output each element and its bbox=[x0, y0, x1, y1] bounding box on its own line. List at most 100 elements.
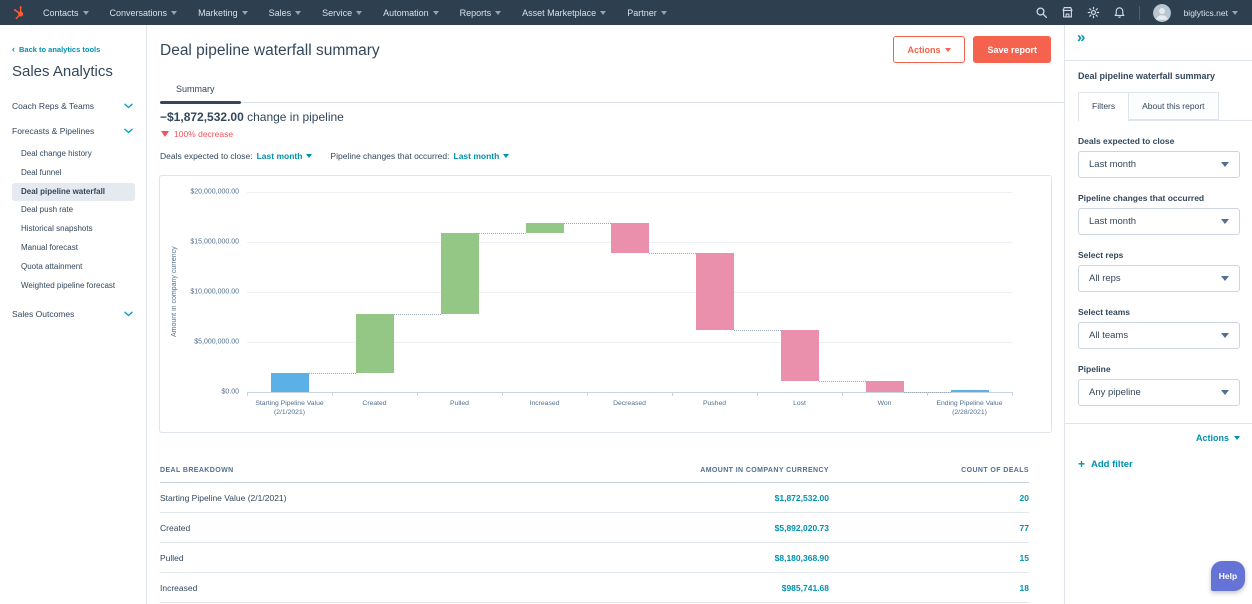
search-icon[interactable] bbox=[1035, 6, 1048, 19]
chevron-down-icon bbox=[124, 311, 133, 317]
tab-summary[interactable]: Summary bbox=[160, 77, 241, 102]
nav-item[interactable]: Automation bbox=[383, 8, 439, 18]
nav-item[interactable]: Sales bbox=[269, 8, 302, 18]
filter-select[interactable]: Any pipeline bbox=[1078, 379, 1240, 406]
filter-select[interactable]: Last month bbox=[1078, 151, 1240, 178]
filter-select[interactable]: All teams bbox=[1078, 322, 1240, 349]
waterfall-connector bbox=[309, 373, 356, 374]
filter-select[interactable]: All reps bbox=[1078, 265, 1240, 292]
waterfall-bar-ending-pipeline-value-2-28-2021[interactable] bbox=[951, 390, 989, 392]
y-axis-tick-label: $5,000,000.00 bbox=[171, 339, 239, 346]
panel-title: Deal pipeline waterfall summary bbox=[1078, 71, 1240, 81]
inline-filter-dropdown[interactable]: Last month bbox=[454, 151, 510, 161]
tab-about-this-report[interactable]: About this report bbox=[1129, 92, 1218, 120]
cell-amount-link[interactable]: $1,872,532.00 bbox=[560, 483, 829, 513]
gridline bbox=[247, 292, 1012, 293]
chevron-down-icon bbox=[295, 11, 301, 15]
chart-plot-area: $0.00$5,000,000.00$10,000,000.00$15,000,… bbox=[247, 192, 1012, 392]
nav-item[interactable]: Reports bbox=[460, 8, 502, 18]
sidebar-item[interactable]: Weighted pipeline forecast bbox=[12, 277, 135, 296]
sidebar-section-sales-outcomes[interactable]: Sales Outcomes bbox=[12, 309, 146, 319]
y-axis-tick-label: $15,000,000.00 bbox=[171, 239, 239, 246]
filter-select[interactable]: Last month bbox=[1078, 208, 1240, 235]
panel-actions-button[interactable]: Actions bbox=[1078, 433, 1240, 443]
help-button[interactable]: Help bbox=[1211, 561, 1245, 591]
back-to-analytics-link[interactable]: ‹ Back to analytics tools bbox=[12, 45, 146, 54]
nav-item[interactable]: Marketing bbox=[198, 8, 248, 18]
sidebar-item[interactable]: Deal push rate bbox=[12, 201, 135, 220]
filter-group: Select reps All reps bbox=[1078, 250, 1240, 292]
tab-filters[interactable]: Filters bbox=[1078, 92, 1129, 122]
x-axis-tick bbox=[332, 392, 333, 396]
cell-amount-link[interactable]: $985,741.68 bbox=[560, 573, 829, 603]
avatar[interactable] bbox=[1153, 4, 1171, 22]
nav-item[interactable]: Partner bbox=[627, 8, 667, 18]
table-row: Pulled $8,180,368.90 15 bbox=[160, 543, 1029, 573]
settings-gear-icon[interactable] bbox=[1087, 6, 1100, 19]
sidebar-item[interactable]: Deal change history bbox=[12, 145, 135, 164]
sidebar-item[interactable]: Historical snapshots bbox=[12, 220, 135, 239]
chevron-down-icon bbox=[306, 154, 312, 158]
account-menu[interactable]: biglytics.net bbox=[1184, 8, 1238, 18]
column-header-count[interactable]: COUNT OF DEALS bbox=[829, 458, 1029, 483]
hubspot-logo-icon[interactable] bbox=[12, 5, 27, 20]
sidebar-item[interactable]: Deal funnel bbox=[12, 164, 135, 183]
report-main: Deal pipeline waterfall summary Actions … bbox=[148, 25, 1064, 604]
nav-item[interactable]: Asset Marketplace bbox=[522, 8, 606, 18]
notifications-bell-icon[interactable] bbox=[1113, 6, 1126, 19]
chevron-down-icon bbox=[495, 11, 501, 15]
x-axis-tick bbox=[757, 392, 758, 396]
waterfall-bar-pulled[interactable] bbox=[441, 233, 479, 315]
nav-item[interactable]: Service bbox=[322, 8, 362, 18]
nav-divider bbox=[1139, 6, 1140, 20]
plus-icon: + bbox=[1078, 458, 1085, 470]
filter-group: Select teams All teams bbox=[1078, 307, 1240, 349]
pipeline-change-metric: −$1,872,532.00 change in pipeline bbox=[160, 110, 344, 124]
sidebar-section-coach-reps-teams[interactable]: Coach Reps & Teams bbox=[12, 101, 146, 111]
waterfall-bar-increased[interactable] bbox=[526, 223, 564, 233]
x-axis-tick bbox=[502, 392, 503, 396]
chevron-down-icon bbox=[1221, 162, 1229, 167]
sidebar-item[interactable]: Quota attainment bbox=[12, 258, 135, 277]
cell-deal-breakdown: Pulled bbox=[160, 543, 560, 573]
x-axis-category-label: Pulled bbox=[417, 399, 502, 408]
waterfall-bar-pushed[interactable] bbox=[696, 253, 734, 330]
chevron-down-icon bbox=[1221, 219, 1229, 224]
add-filter-button[interactable]: + Add filter bbox=[1078, 458, 1240, 470]
save-report-button[interactable]: Save report bbox=[973, 36, 1051, 63]
header-buttons: Actions Save report bbox=[893, 36, 1051, 63]
waterfall-bar-lost[interactable] bbox=[781, 330, 819, 381]
cell-amount-link[interactable]: $5,892,020.73 bbox=[560, 513, 829, 543]
inline-filter-dropdown[interactable]: Last month bbox=[257, 151, 313, 161]
cell-count-link[interactable]: 77 bbox=[829, 513, 1029, 543]
table-row: Starting Pipeline Value (2/1/2021) $1,87… bbox=[160, 483, 1029, 513]
column-header-amount[interactable]: AMOUNT IN COMPANY CURRENCY bbox=[560, 458, 829, 483]
cell-count-link[interactable]: 15 bbox=[829, 543, 1029, 573]
filter-group: Deals expected to close Last month bbox=[1078, 136, 1240, 178]
column-header-deal-breakdown[interactable]: DEAL BREAKDOWN bbox=[160, 458, 560, 483]
cell-amount-link[interactable]: $8,180,368.90 bbox=[560, 543, 829, 573]
table-row: Created $5,892,020.73 77 bbox=[160, 513, 1029, 543]
waterfall-bar-starting-pipeline-value-2-1-2021[interactable] bbox=[271, 373, 309, 392]
top-nav: Contacts Conversations Marketing Sales S… bbox=[0, 0, 1252, 25]
x-axis-category-label: Won bbox=[842, 399, 927, 408]
waterfall-bar-decreased[interactable] bbox=[611, 223, 649, 253]
waterfall-bar-created[interactable] bbox=[356, 314, 394, 373]
marketplace-icon[interactable] bbox=[1061, 6, 1074, 19]
sidebar-item[interactable]: Deal pipeline waterfall bbox=[12, 183, 135, 202]
cell-count-link[interactable]: 18 bbox=[829, 573, 1029, 603]
nav-item[interactable]: Contacts bbox=[43, 8, 89, 18]
nav-item[interactable]: Conversations bbox=[110, 8, 178, 18]
sidebar-item[interactable]: Manual forecast bbox=[12, 239, 135, 258]
delta-label: 100% decrease bbox=[174, 129, 233, 139]
waterfall-bar-won[interactable] bbox=[866, 381, 904, 392]
chevron-down-icon bbox=[1234, 436, 1240, 440]
inline-filter: Deals expected to close: Last month bbox=[160, 151, 312, 161]
collapse-panel-icon[interactable]: » bbox=[1077, 29, 1084, 46]
cell-count-link[interactable]: 20 bbox=[829, 483, 1029, 513]
filter-label: Pipeline changes that occurred bbox=[1078, 193, 1240, 203]
deal-breakdown-table: DEAL BREAKDOWN AMOUNT IN COMPANY CURRENC… bbox=[160, 458, 1029, 604]
chevron-down-icon bbox=[242, 11, 248, 15]
actions-button[interactable]: Actions bbox=[893, 36, 965, 63]
sidebar-section-forecasts-pipelines[interactable]: Forecasts & Pipelines bbox=[12, 126, 146, 136]
